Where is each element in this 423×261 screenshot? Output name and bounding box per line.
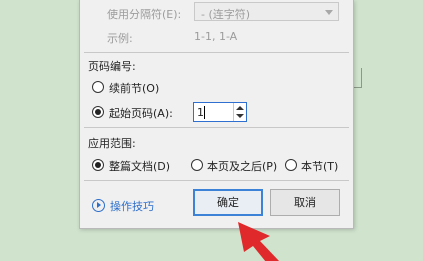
apply-this-page-onward-label[interactable]: 本页及之后(P): [207, 158, 277, 174]
start-page-stepper[interactable]: 1: [193, 102, 247, 122]
apply-this-page-onward-radio[interactable]: [191, 159, 203, 171]
red-arrow-icon: [238, 222, 280, 261]
ok-button[interactable]: 确定: [193, 189, 263, 216]
example-label: 示例:: [107, 32, 133, 45]
separator-label: 使用分隔符(E):: [107, 8, 182, 21]
start-at-label[interactable]: 起始页码(A):: [109, 105, 173, 121]
tips-link[interactable]: 操作技巧: [110, 198, 154, 214]
continue-label[interactable]: 续前节(O): [109, 80, 159, 96]
stepper-down-icon[interactable]: [236, 114, 244, 118]
apply-this-section-label[interactable]: 本节(T): [301, 158, 338, 174]
separator-select: - (连字符): [194, 2, 339, 21]
separator-line: [84, 127, 349, 128]
play-tips-icon[interactable]: [92, 199, 105, 212]
apply-whole-document-label[interactable]: 整篇文档(D): [109, 158, 170, 174]
apply-this-section-radio[interactable]: [285, 159, 297, 171]
start-at-radio[interactable]: [92, 106, 104, 118]
stepper-up-icon[interactable]: [236, 106, 244, 110]
stepper-arrows[interactable]: [233, 103, 246, 121]
text-caret: [204, 106, 205, 119]
page-number-dialog: 使用分隔符(E): - (连字符) 示例: 1-1, 1-A 页码编号: 续前节…: [79, 0, 354, 229]
start-page-value[interactable]: 1: [197, 106, 204, 119]
separator-line: [84, 180, 349, 181]
chevron-down-icon: [325, 10, 333, 15]
separator-line: [84, 52, 349, 53]
page-numbering-title: 页码编号:: [88, 60, 136, 73]
apply-range-title: 应用范围:: [88, 137, 136, 150]
apply-whole-document-radio[interactable]: [92, 159, 104, 171]
continue-radio[interactable]: [92, 81, 104, 93]
separator-select-value: - (连字符): [201, 8, 251, 21]
cancel-button[interactable]: 取消: [270, 189, 340, 216]
example-value: 1-1, 1-A: [194, 30, 238, 43]
